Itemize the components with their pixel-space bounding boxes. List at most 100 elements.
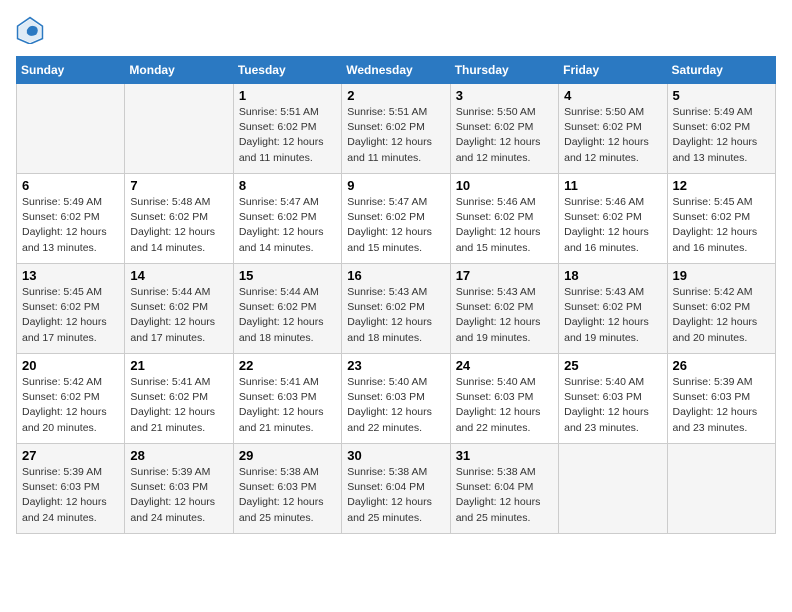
day-info: Sunrise: 5:46 AMSunset: 6:02 PMDaylight:… — [564, 195, 661, 256]
week-row-4: 20 Sunrise: 5:42 AMSunset: 6:02 PMDaylig… — [17, 354, 776, 444]
day-number: 30 — [347, 448, 444, 463]
calendar-cell: 7 Sunrise: 5:48 AMSunset: 6:02 PMDayligh… — [125, 174, 233, 264]
day-number: 13 — [22, 268, 119, 283]
day-number: 17 — [456, 268, 553, 283]
day-info: Sunrise: 5:44 AMSunset: 6:02 PMDaylight:… — [239, 285, 336, 346]
day-number: 8 — [239, 178, 336, 193]
day-info: Sunrise: 5:43 AMSunset: 6:02 PMDaylight:… — [564, 285, 661, 346]
calendar-cell: 1 Sunrise: 5:51 AMSunset: 6:02 PMDayligh… — [233, 84, 341, 174]
calendar-cell: 29 Sunrise: 5:38 AMSunset: 6:03 PMDaylig… — [233, 444, 341, 534]
week-row-2: 6 Sunrise: 5:49 AMSunset: 6:02 PMDayligh… — [17, 174, 776, 264]
calendar-cell — [17, 84, 125, 174]
day-number: 16 — [347, 268, 444, 283]
logo-icon — [16, 16, 44, 44]
calendar-cell: 25 Sunrise: 5:40 AMSunset: 6:03 PMDaylig… — [559, 354, 667, 444]
day-info: Sunrise: 5:42 AMSunset: 6:02 PMDaylight:… — [673, 285, 770, 346]
day-number: 29 — [239, 448, 336, 463]
day-number: 18 — [564, 268, 661, 283]
calendar-cell: 12 Sunrise: 5:45 AMSunset: 6:02 PMDaylig… — [667, 174, 775, 264]
day-info: Sunrise: 5:38 AMSunset: 6:03 PMDaylight:… — [239, 465, 336, 526]
calendar-cell: 16 Sunrise: 5:43 AMSunset: 6:02 PMDaylig… — [342, 264, 450, 354]
day-number: 11 — [564, 178, 661, 193]
calendar-body: 1 Sunrise: 5:51 AMSunset: 6:02 PMDayligh… — [17, 84, 776, 534]
day-info: Sunrise: 5:38 AMSunset: 6:04 PMDaylight:… — [347, 465, 444, 526]
calendar-cell — [667, 444, 775, 534]
day-number: 3 — [456, 88, 553, 103]
day-info: Sunrise: 5:41 AMSunset: 6:03 PMDaylight:… — [239, 375, 336, 436]
day-info: Sunrise: 5:51 AMSunset: 6:02 PMDaylight:… — [347, 105, 444, 166]
day-info: Sunrise: 5:47 AMSunset: 6:02 PMDaylight:… — [347, 195, 444, 256]
day-info: Sunrise: 5:43 AMSunset: 6:02 PMDaylight:… — [456, 285, 553, 346]
calendar-cell: 17 Sunrise: 5:43 AMSunset: 6:02 PMDaylig… — [450, 264, 558, 354]
calendar-cell: 22 Sunrise: 5:41 AMSunset: 6:03 PMDaylig… — [233, 354, 341, 444]
day-info: Sunrise: 5:46 AMSunset: 6:02 PMDaylight:… — [456, 195, 553, 256]
weekday-header-row: SundayMondayTuesdayWednesdayThursdayFrid… — [17, 57, 776, 84]
day-number: 28 — [130, 448, 227, 463]
day-number: 10 — [456, 178, 553, 193]
day-number: 22 — [239, 358, 336, 373]
weekday-header-wednesday: Wednesday — [342, 57, 450, 84]
day-info: Sunrise: 5:40 AMSunset: 6:03 PMDaylight:… — [564, 375, 661, 436]
day-number: 23 — [347, 358, 444, 373]
day-info: Sunrise: 5:40 AMSunset: 6:03 PMDaylight:… — [456, 375, 553, 436]
calendar-cell: 15 Sunrise: 5:44 AMSunset: 6:02 PMDaylig… — [233, 264, 341, 354]
weekday-header-saturday: Saturday — [667, 57, 775, 84]
day-number: 26 — [673, 358, 770, 373]
day-number: 21 — [130, 358, 227, 373]
weekday-header-tuesday: Tuesday — [233, 57, 341, 84]
day-info: Sunrise: 5:45 AMSunset: 6:02 PMDaylight:… — [673, 195, 770, 256]
day-info: Sunrise: 5:45 AMSunset: 6:02 PMDaylight:… — [22, 285, 119, 346]
day-info: Sunrise: 5:39 AMSunset: 6:03 PMDaylight:… — [130, 465, 227, 526]
calendar-cell: 13 Sunrise: 5:45 AMSunset: 6:02 PMDaylig… — [17, 264, 125, 354]
weekday-header-monday: Monday — [125, 57, 233, 84]
calendar-cell: 23 Sunrise: 5:40 AMSunset: 6:03 PMDaylig… — [342, 354, 450, 444]
day-number: 9 — [347, 178, 444, 193]
day-number: 6 — [22, 178, 119, 193]
day-info: Sunrise: 5:42 AMSunset: 6:02 PMDaylight:… — [22, 375, 119, 436]
calendar-cell: 6 Sunrise: 5:49 AMSunset: 6:02 PMDayligh… — [17, 174, 125, 264]
day-number: 19 — [673, 268, 770, 283]
calendar-cell: 21 Sunrise: 5:41 AMSunset: 6:02 PMDaylig… — [125, 354, 233, 444]
weekday-header-sunday: Sunday — [17, 57, 125, 84]
day-number: 31 — [456, 448, 553, 463]
calendar-cell: 5 Sunrise: 5:49 AMSunset: 6:02 PMDayligh… — [667, 84, 775, 174]
day-info: Sunrise: 5:47 AMSunset: 6:02 PMDaylight:… — [239, 195, 336, 256]
calendar-cell: 3 Sunrise: 5:50 AMSunset: 6:02 PMDayligh… — [450, 84, 558, 174]
calendar-cell: 31 Sunrise: 5:38 AMSunset: 6:04 PMDaylig… — [450, 444, 558, 534]
calendar-cell: 4 Sunrise: 5:50 AMSunset: 6:02 PMDayligh… — [559, 84, 667, 174]
day-number: 5 — [673, 88, 770, 103]
day-number: 20 — [22, 358, 119, 373]
calendar-cell: 30 Sunrise: 5:38 AMSunset: 6:04 PMDaylig… — [342, 444, 450, 534]
day-number: 1 — [239, 88, 336, 103]
page-header — [16, 16, 776, 44]
calendar-header: SundayMondayTuesdayWednesdayThursdayFrid… — [17, 57, 776, 84]
calendar-cell: 9 Sunrise: 5:47 AMSunset: 6:02 PMDayligh… — [342, 174, 450, 264]
day-number: 14 — [130, 268, 227, 283]
weekday-header-friday: Friday — [559, 57, 667, 84]
day-info: Sunrise: 5:43 AMSunset: 6:02 PMDaylight:… — [347, 285, 444, 346]
calendar-cell: 24 Sunrise: 5:40 AMSunset: 6:03 PMDaylig… — [450, 354, 558, 444]
calendar-cell — [125, 84, 233, 174]
week-row-5: 27 Sunrise: 5:39 AMSunset: 6:03 PMDaylig… — [17, 444, 776, 534]
day-info: Sunrise: 5:49 AMSunset: 6:02 PMDaylight:… — [673, 105, 770, 166]
day-info: Sunrise: 5:44 AMSunset: 6:02 PMDaylight:… — [130, 285, 227, 346]
calendar-cell: 11 Sunrise: 5:46 AMSunset: 6:02 PMDaylig… — [559, 174, 667, 264]
day-info: Sunrise: 5:50 AMSunset: 6:02 PMDaylight:… — [456, 105, 553, 166]
day-number: 25 — [564, 358, 661, 373]
day-info: Sunrise: 5:39 AMSunset: 6:03 PMDaylight:… — [673, 375, 770, 436]
day-info: Sunrise: 5:49 AMSunset: 6:02 PMDaylight:… — [22, 195, 119, 256]
calendar-cell: 2 Sunrise: 5:51 AMSunset: 6:02 PMDayligh… — [342, 84, 450, 174]
day-number: 4 — [564, 88, 661, 103]
calendar-cell: 10 Sunrise: 5:46 AMSunset: 6:02 PMDaylig… — [450, 174, 558, 264]
day-info: Sunrise: 5:48 AMSunset: 6:02 PMDaylight:… — [130, 195, 227, 256]
day-info: Sunrise: 5:50 AMSunset: 6:02 PMDaylight:… — [564, 105, 661, 166]
day-info: Sunrise: 5:40 AMSunset: 6:03 PMDaylight:… — [347, 375, 444, 436]
calendar-cell: 27 Sunrise: 5:39 AMSunset: 6:03 PMDaylig… — [17, 444, 125, 534]
day-number: 27 — [22, 448, 119, 463]
day-number: 2 — [347, 88, 444, 103]
calendar-cell — [559, 444, 667, 534]
calendar-table: SundayMondayTuesdayWednesdayThursdayFrid… — [16, 56, 776, 534]
calendar-cell: 18 Sunrise: 5:43 AMSunset: 6:02 PMDaylig… — [559, 264, 667, 354]
day-number: 24 — [456, 358, 553, 373]
week-row-3: 13 Sunrise: 5:45 AMSunset: 6:02 PMDaylig… — [17, 264, 776, 354]
